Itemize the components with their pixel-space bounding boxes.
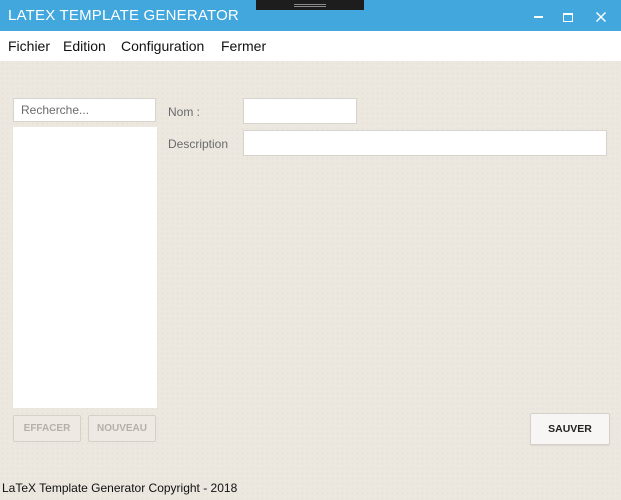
maximize-button[interactable] xyxy=(558,6,578,26)
clear-button[interactable]: EFFACER xyxy=(13,415,81,442)
search-input[interactable] xyxy=(13,98,156,122)
menu-item-fermer[interactable]: Fermer xyxy=(221,38,266,54)
drag-handle[interactable] xyxy=(256,0,364,10)
menu-bar: Fichier Edition Configuration Fermer xyxy=(0,31,621,61)
menu-item-fichier[interactable]: Fichier xyxy=(8,38,50,54)
title-bar[interactable]: LATEX TEMPLATE GENERATOR xyxy=(0,0,621,31)
footer-copyright: LaTeX Template Generator Copyright - 201… xyxy=(2,481,238,495)
menu-item-configuration[interactable]: Configuration xyxy=(121,38,204,54)
new-button[interactable]: NOUVEAU xyxy=(88,415,156,442)
minimize-icon xyxy=(533,16,543,19)
name-label: Nom : xyxy=(168,105,201,119)
save-button[interactable]: SAUVER xyxy=(530,413,610,445)
close-icon xyxy=(596,12,606,23)
menu-item-edition[interactable]: Edition xyxy=(63,38,106,54)
window-title: LATEX TEMPLATE GENERATOR xyxy=(8,7,239,24)
description-field[interactable] xyxy=(243,130,607,156)
template-list[interactable] xyxy=(13,127,157,408)
close-button[interactable] xyxy=(591,6,611,26)
description-label: Description xyxy=(168,137,229,151)
maximize-icon xyxy=(563,12,573,22)
minimize-button[interactable] xyxy=(528,6,548,26)
name-field[interactable] xyxy=(243,98,357,124)
